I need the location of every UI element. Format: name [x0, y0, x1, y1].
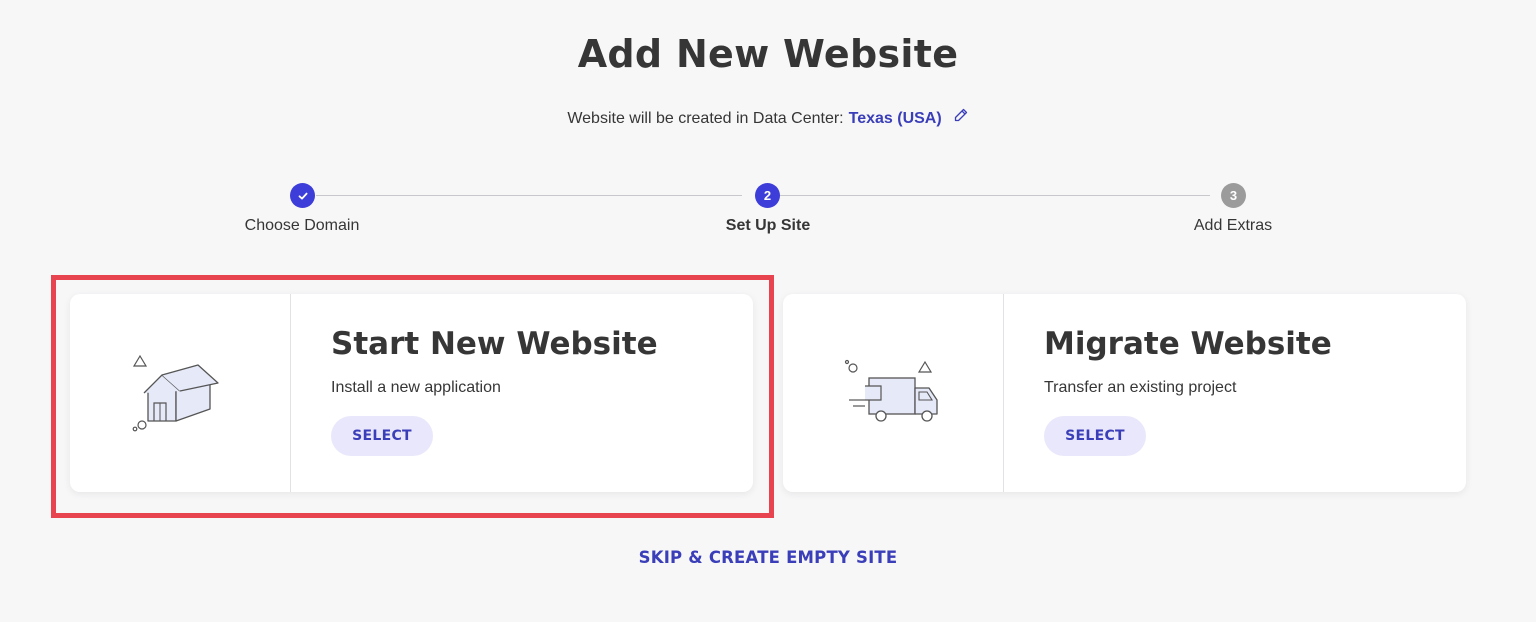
card-illustration: [70, 294, 291, 492]
delivery-truck-icon: [844, 359, 938, 422]
step-connector: [316, 195, 742, 196]
step-2-label: Set Up Site: [725, 217, 811, 234]
select-migrate-website-button[interactable]: SELECT: [1044, 416, 1146, 456]
card-illustration: [783, 294, 1004, 492]
add-new-website-page: Add New Website Website will be created …: [0, 0, 1536, 622]
step-1-complete-indicator: [290, 183, 315, 208]
check-icon: [298, 192, 307, 199]
skip-create-empty-site-link[interactable]: SKIP & CREATE EMPTY SITE: [0, 548, 1536, 567]
datacenter-info: Website will be created in Data Center: …: [0, 107, 1536, 128]
card-body: Start New Website Install a new applicat…: [291, 294, 658, 492]
house-icon: [132, 354, 219, 432]
step-3-label: Add Extras: [1193, 217, 1273, 234]
card-description: Transfer an existing project: [1044, 379, 1237, 396]
page-title: Add New Website: [577, 32, 959, 76]
datacenter-value[interactable]: Texas (USA): [849, 110, 942, 128]
card-title: Migrate Website: [1044, 326, 1332, 362]
card-description: Install a new application: [331, 379, 501, 396]
pencil-icon[interactable]: [953, 107, 969, 123]
step-2-indicator: 2: [755, 183, 780, 208]
datacenter-prefix: Website will be created in Data Center:: [567, 110, 844, 127]
step-1-label: Choose Domain: [244, 217, 360, 234]
progress-stepper: 2 3 Choose Domain Set Up Site Add Extras: [0, 182, 1536, 242]
card-body: Migrate Website Transfer an existing pro…: [1004, 294, 1332, 492]
start-new-website-card[interactable]: Start New Website Install a new applicat…: [70, 294, 753, 492]
card-title: Start New Website: [331, 326, 658, 362]
select-start-new-website-button[interactable]: SELECT: [331, 416, 433, 456]
step-3-indicator: 3: [1221, 183, 1246, 208]
step-connector: [780, 195, 1210, 196]
migrate-website-card[interactable]: Migrate Website Transfer an existing pro…: [783, 294, 1466, 492]
